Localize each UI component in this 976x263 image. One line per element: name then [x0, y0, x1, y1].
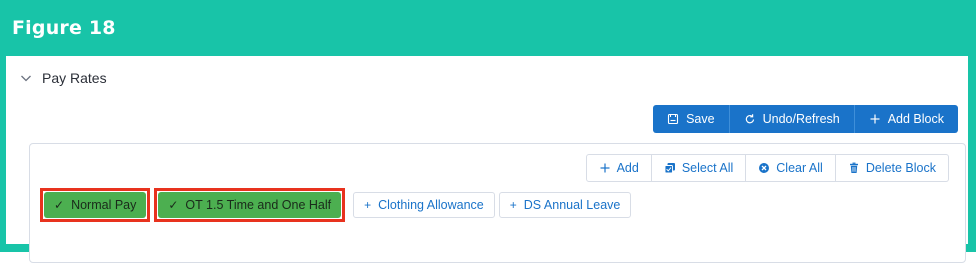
save-label: Save: [686, 112, 715, 126]
clear-all-label: Clear All: [776, 161, 823, 175]
clear-icon: [759, 163, 770, 173]
add-button[interactable]: Add: [585, 154, 652, 182]
pay-item-label: Normal Pay: [71, 198, 137, 212]
pay-item-ds-annual-leave[interactable]: + DS Annual Leave: [498, 192, 632, 218]
select-all-label: Select All: [681, 161, 734, 175]
chevron-down-icon: [21, 75, 31, 82]
select-all-icon: [664, 163, 675, 174]
delete-block-label: Delete Block: [865, 161, 936, 175]
figure-frame: Figure 18 Pay Rates Save Undo/Refresh Ad…: [0, 0, 976, 263]
page-toolbar: Save Undo/Refresh Add Block: [653, 105, 958, 133]
checkmark-icon: ✓: [54, 198, 65, 212]
highlight-box: ✓ OT 1.5 Time and One Half: [154, 188, 346, 222]
save-button[interactable]: Save: [653, 105, 730, 133]
pay-rates-section-toggle[interactable]: Pay Rates: [20, 68, 107, 88]
pay-item-label: DS Annual Leave: [523, 198, 621, 212]
plus-icon: +: [364, 198, 372, 212]
pay-item-label: Clothing Allowance: [378, 198, 484, 212]
pay-item-label: OT 1.5 Time and One Half: [185, 198, 332, 212]
pay-item-normal-pay[interactable]: ✓ Normal Pay: [44, 192, 147, 218]
pay-rate-block: Add Select All Clear All Delete Block ✓ …: [29, 143, 966, 263]
add-label: Add: [616, 161, 639, 175]
add-block-button[interactable]: Add Block: [854, 105, 958, 133]
undo-refresh-button[interactable]: Undo/Refresh: [729, 105, 855, 133]
block-toolbar: Add Select All Clear All Delete Block: [585, 154, 949, 182]
checkmark-icon: ✓: [168, 198, 179, 212]
pay-item-clothing-allowance[interactable]: + Clothing Allowance: [353, 192, 495, 218]
delete-block-button[interactable]: Delete Block: [835, 154, 949, 182]
trash-icon: [849, 162, 858, 173]
plus-icon: +: [509, 198, 517, 212]
highlight-box: ✓ Normal Pay: [40, 188, 151, 222]
section-title: Pay Rates: [42, 70, 107, 86]
undo-refresh-label: Undo/Refresh: [762, 112, 840, 126]
clear-all-button[interactable]: Clear All: [746, 154, 836, 182]
plus-icon: [600, 163, 610, 173]
undo-icon: [745, 114, 754, 124]
plus-icon: [870, 114, 880, 124]
add-block-label: Add Block: [887, 112, 944, 126]
save-icon: [668, 113, 679, 125]
select-all-button[interactable]: Select All: [651, 154, 747, 182]
pay-rates-panel: Pay Rates Save Undo/Refresh Add Block Ad…: [6, 56, 968, 263]
pay-items-list: ✓ Normal Pay ✓ OT 1.5 Time and One Half …: [40, 188, 632, 222]
figure-label: Figure 18: [12, 17, 116, 39]
pay-item-ot-1-5[interactable]: ✓ OT 1.5 Time and One Half: [158, 192, 342, 218]
